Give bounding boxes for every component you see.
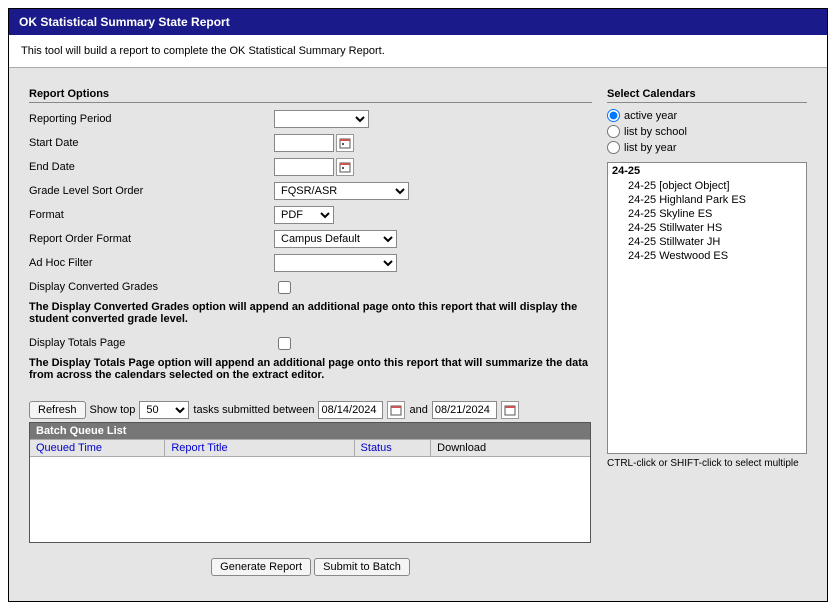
calendar-item[interactable]: 24-25 Stillwater HS — [608, 221, 806, 235]
calendar-item[interactable]: 24-25 Highland Park ES — [608, 193, 806, 207]
calendar-icon[interactable] — [336, 158, 354, 176]
batch-queue-section: Refresh Show top 50 tasks submitted betw… — [29, 401, 592, 543]
end-date-label: End Date — [29, 161, 274, 173]
report-window: OK Statistical Summary State Report This… — [8, 8, 828, 602]
grade-level-sort-label: Grade Level Sort Order — [29, 185, 274, 197]
calendar-icon[interactable] — [336, 134, 354, 152]
batch-date-to-input[interactable] — [432, 401, 497, 419]
select-calendars-title: Select Calendars — [607, 88, 807, 103]
batch-date-from-input[interactable] — [318, 401, 383, 419]
intro-text: This tool will build a report to complet… — [9, 35, 827, 68]
report-options-panel: Report Options Reporting Period Start Da… — [29, 88, 592, 591]
list-by-year-radio[interactable] — [607, 141, 620, 154]
show-top-select[interactable]: 50 — [139, 401, 189, 419]
calendar-item[interactable]: 24-25 Westwood ES — [608, 249, 806, 263]
report-order-format-select[interactable]: Campus Default — [274, 230, 397, 248]
show-top-label: Show top — [90, 404, 136, 416]
col-status[interactable]: Status — [355, 440, 432, 456]
start-date-label: Start Date — [29, 137, 274, 149]
start-date-input[interactable] — [274, 134, 334, 152]
tasks-between-label: tasks submitted between — [193, 404, 314, 416]
list-by-school-label: list by school — [624, 126, 687, 138]
calendar-icon[interactable] — [501, 401, 519, 419]
display-totals-page-note: The Display Totals Page option will appe… — [29, 357, 592, 381]
title-bar: OK Statistical Summary State Report — [9, 9, 827, 35]
batch-queue-table: Batch Queue List Queued Time Report Titl… — [29, 422, 591, 543]
list-by-school-radio[interactable] — [607, 125, 620, 138]
ad-hoc-filter-label: Ad Hoc Filter — [29, 257, 274, 269]
col-queued-time[interactable]: Queued Time — [30, 440, 165, 456]
end-date-input[interactable] — [274, 158, 334, 176]
calendar-icon[interactable] — [387, 401, 405, 419]
multi-select-hint: CTRL-click or SHIFT-click to select mult… — [607, 458, 817, 469]
col-report-title[interactable]: Report Title — [165, 440, 354, 456]
format-select[interactable]: PDF — [274, 206, 334, 224]
submit-to-batch-button[interactable]: Submit to Batch — [314, 558, 410, 576]
select-calendars-panel: Select Calendars active year list by sch… — [607, 88, 807, 591]
display-totals-page-label: Display Totals Page — [29, 337, 274, 349]
content-area: Report Options Reporting Period Start Da… — [9, 68, 827, 601]
calendar-item[interactable]: 24-25 Skyline ES — [608, 207, 806, 221]
list-by-year-label: list by year — [624, 142, 677, 154]
display-converted-grades-label: Display Converted Grades — [29, 281, 274, 293]
refresh-button[interactable]: Refresh — [29, 401, 86, 419]
batch-queue-headers: Queued Time Report Title Status Download — [30, 439, 590, 457]
report-options-title: Report Options — [29, 88, 592, 103]
active-year-label: active year — [624, 110, 677, 122]
and-label: and — [409, 404, 427, 416]
batch-queue-body — [30, 457, 590, 542]
calendar-item[interactable]: 24-25 Stillwater JH — [608, 235, 806, 249]
reporting-period-label: Reporting Period — [29, 113, 274, 125]
calendar-year-group[interactable]: 24-25 — [608, 163, 806, 179]
batch-queue-title: Batch Queue List — [30, 423, 590, 439]
display-totals-page-checkbox[interactable] — [278, 337, 291, 350]
grade-level-sort-select[interactable]: FQSR/ASR — [274, 182, 409, 200]
format-label: Format — [29, 209, 274, 221]
reporting-period-select[interactable] — [274, 110, 369, 128]
display-converted-grades-note: The Display Converted Grades option will… — [29, 301, 592, 325]
active-year-radio[interactable] — [607, 109, 620, 122]
calendar-item[interactable]: 24-25 [object Object] — [608, 179, 806, 193]
calendar-list[interactable]: 24-25 24-25 [object Object] 24-25 Highla… — [607, 162, 807, 454]
ad-hoc-filter-select[interactable] — [274, 254, 397, 272]
col-download: Download — [431, 440, 590, 456]
footer-buttons: Generate Report Submit to Batch — [29, 543, 592, 591]
report-order-format-label: Report Order Format — [29, 233, 274, 245]
generate-report-button[interactable]: Generate Report — [211, 558, 311, 576]
display-converted-grades-checkbox[interactable] — [278, 281, 291, 294]
